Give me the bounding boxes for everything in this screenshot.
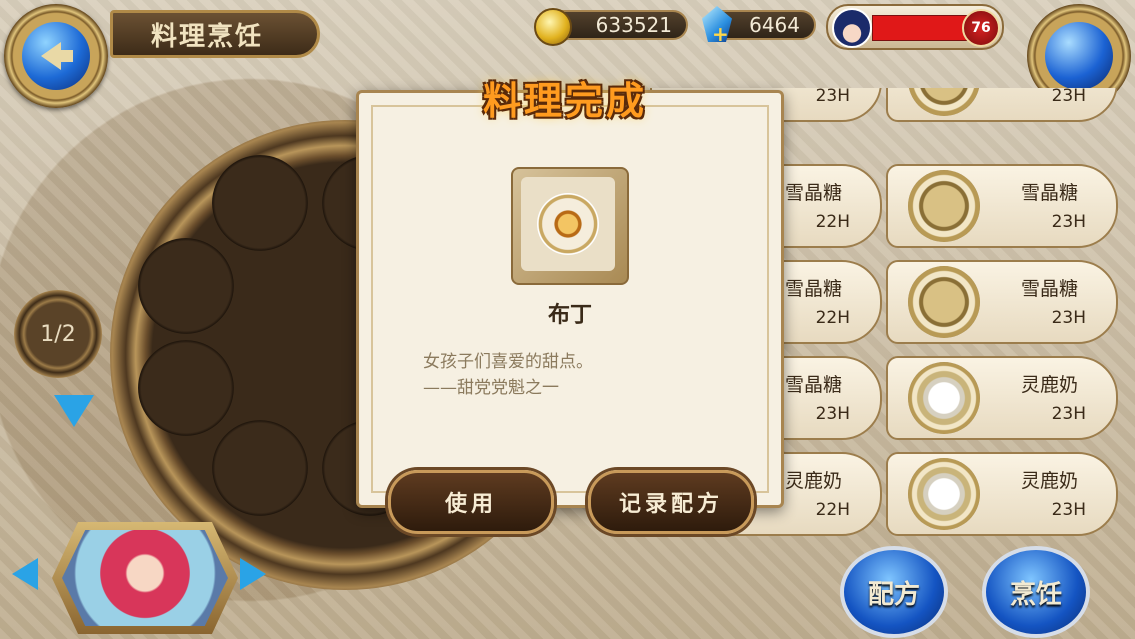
item-frame — [511, 167, 629, 285]
item-description: 女孩子们喜爱的甜点。 ——甜党党魁之一 — [423, 349, 723, 401]
dialog-banner-title: 料理完成 — [482, 78, 647, 123]
record-recipe-button[interactable]: 记录配方 — [588, 470, 754, 534]
cooking-complete-dialog: 布丁 女孩子们喜爱的甜点。 ——甜党党魁之一 — [356, 90, 784, 508]
use-button[interactable]: 使用 — [388, 470, 554, 534]
item-title: 布丁 — [547, 303, 592, 328]
item-background — [521, 177, 615, 271]
pudding-icon — [537, 193, 599, 255]
description-line: 女孩子们喜爱的甜点。 — [423, 352, 593, 372]
description-line: ——甜党党魁之一 — [423, 378, 559, 398]
